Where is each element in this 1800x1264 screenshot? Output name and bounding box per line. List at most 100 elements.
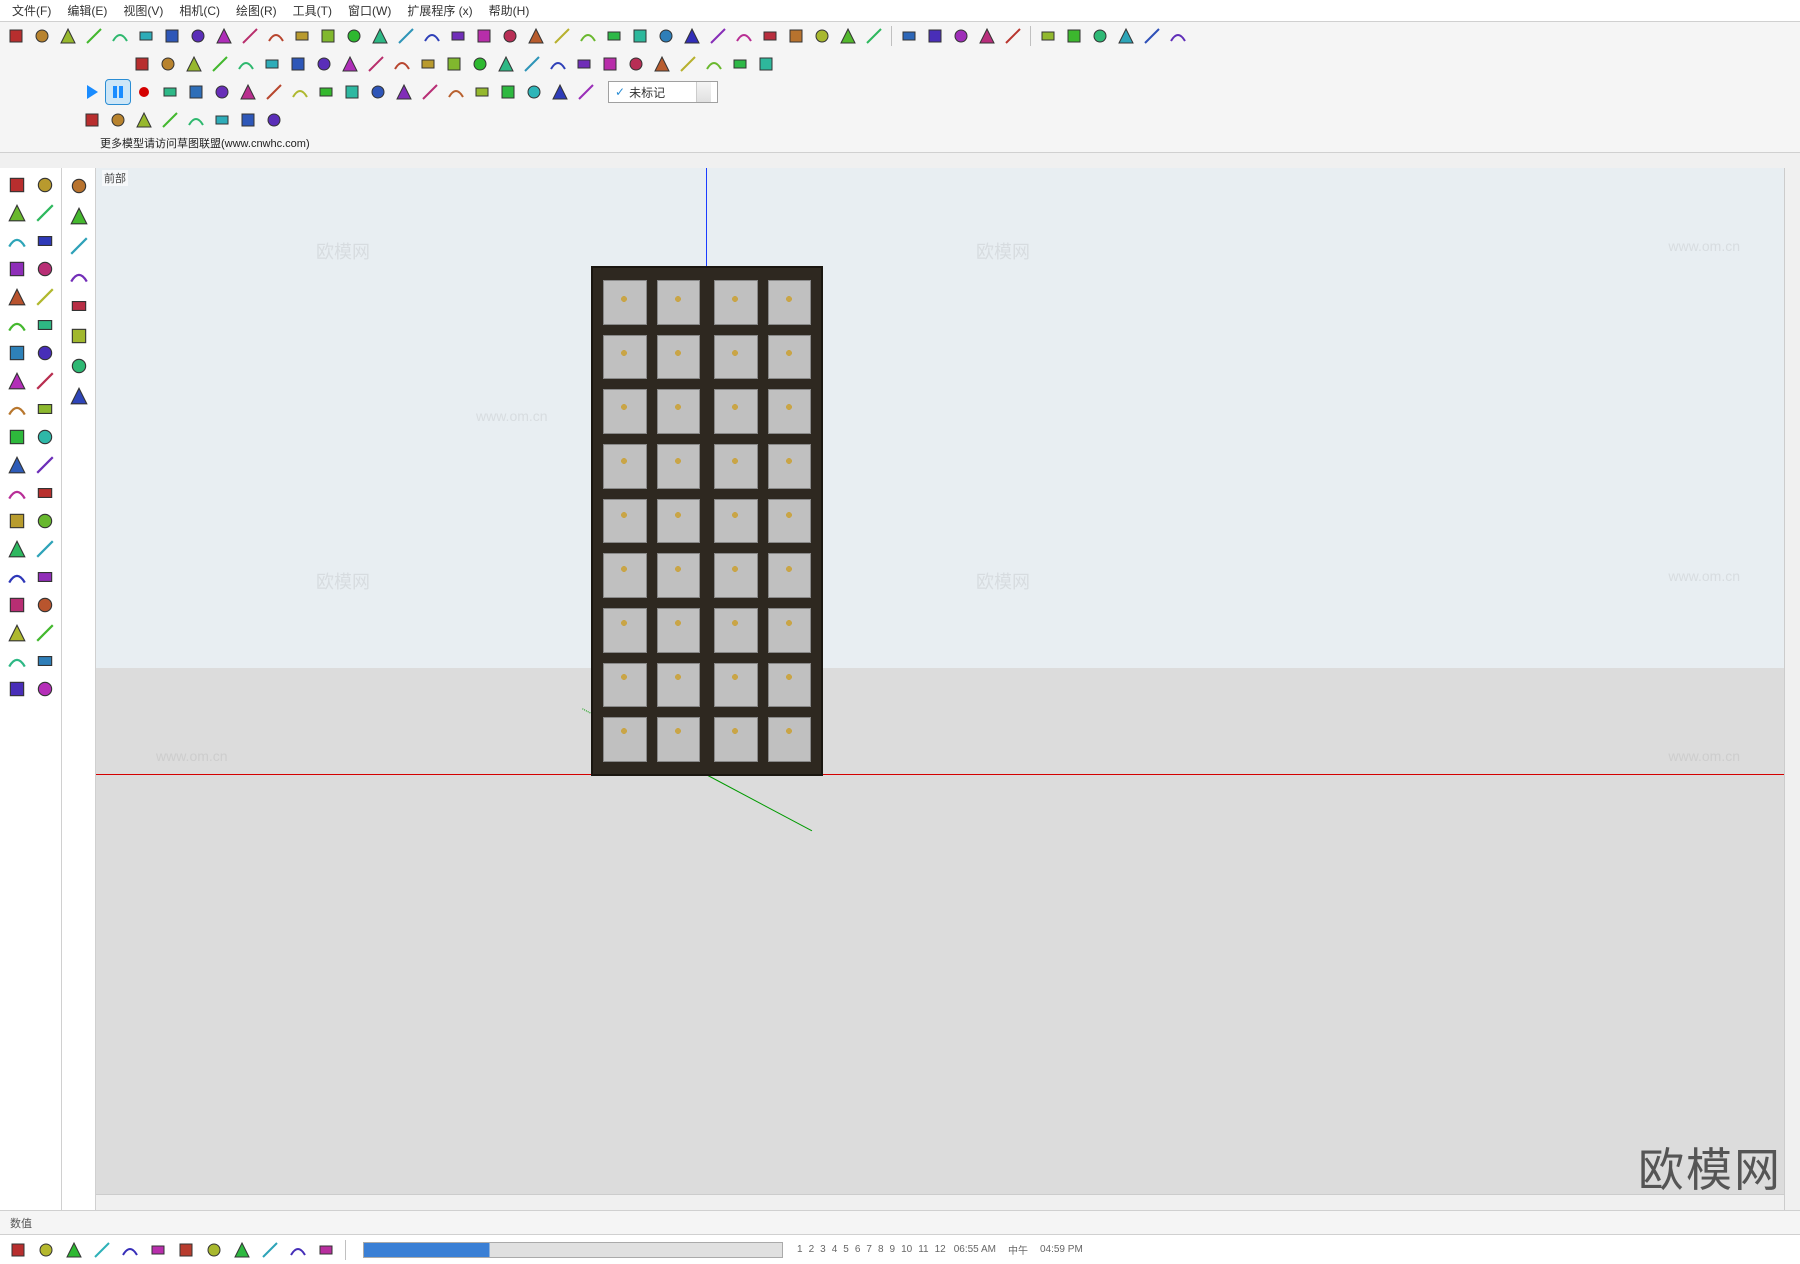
arrow-button[interactable]	[182, 52, 206, 76]
pan-button[interactable]	[628, 24, 652, 48]
settings-button[interactable]	[548, 80, 572, 104]
mirror-button[interactable]	[732, 24, 756, 48]
extrude-button[interactable]	[416, 52, 440, 76]
style-button[interactable]	[230, 1238, 254, 1262]
folder-button[interactable]	[897, 24, 921, 48]
play-button[interactable]	[80, 80, 104, 104]
cube-blue-tool[interactable]	[65, 352, 93, 380]
zoom-extents-button[interactable]	[680, 24, 704, 48]
shape-tool[interactable]	[32, 256, 58, 282]
target-button[interactable]	[262, 108, 286, 132]
position-tool[interactable]	[32, 620, 58, 646]
monitor-button[interactable]	[236, 80, 260, 104]
torus-button[interactable]	[312, 52, 336, 76]
pencil-button[interactable]	[130, 52, 154, 76]
ungroup-button[interactable]	[598, 52, 622, 76]
materials-button[interactable]	[728, 52, 752, 76]
shadow-timeline[interactable]	[363, 1242, 783, 1258]
tag-dropdown[interactable]: ✓未标记	[608, 81, 718, 103]
solid-tool[interactable]	[32, 676, 58, 702]
soften-button[interactable]	[314, 1238, 338, 1262]
paint-button[interactable]	[368, 24, 392, 48]
down-arrow-tool[interactable]	[65, 172, 93, 200]
line-button[interactable]	[498, 24, 522, 48]
menu-help[interactable]: 帮助(H)	[483, 0, 536, 21]
layers-button[interactable]	[784, 24, 808, 48]
text-button[interactable]	[550, 24, 574, 48]
cloud-button[interactable]	[949, 24, 973, 48]
zoom-window-tool[interactable]	[32, 592, 58, 618]
freehand-button[interactable]	[524, 24, 548, 48]
tape-button[interactable]	[446, 24, 470, 48]
lightbulb-button[interactable]	[288, 80, 312, 104]
smooth-button[interactable]	[702, 52, 726, 76]
sandbox-tool[interactable]	[4, 676, 30, 702]
home-button[interactable]	[1088, 24, 1112, 48]
refresh2-button[interactable]	[522, 80, 546, 104]
rectangle-button[interactable]	[342, 24, 366, 48]
sandbox-1-button[interactable]	[108, 24, 132, 48]
folder4-button[interactable]	[1166, 24, 1190, 48]
offset-button[interactable]	[212, 24, 236, 48]
box-blue-tool[interactable]	[65, 322, 93, 350]
text3d-button[interactable]	[338, 52, 362, 76]
circle-button[interactable]	[472, 24, 496, 48]
gear-orange-tool[interactable]	[65, 262, 93, 290]
cloud3-button[interactable]	[132, 108, 156, 132]
layers-button[interactable]	[118, 1238, 142, 1262]
box3d-button[interactable]	[975, 24, 999, 48]
cloud2-button[interactable]	[106, 108, 130, 132]
material-button[interactable]	[146, 1238, 170, 1262]
orbit-button[interactable]	[602, 24, 626, 48]
move-tool[interactable]	[4, 368, 30, 394]
ruler-button[interactable]	[156, 52, 180, 76]
move-button[interactable]	[420, 24, 444, 48]
folder3-button[interactable]	[1140, 24, 1164, 48]
sandbox-4-button[interactable]	[186, 24, 210, 48]
x-ray-button[interactable]	[836, 24, 860, 48]
pause-button[interactable]	[106, 80, 130, 104]
orbit-tool[interactable]	[4, 564, 30, 590]
offset-tool[interactable]	[32, 396, 58, 422]
text-tool[interactable]	[32, 508, 58, 534]
menu-file[interactable]: 文件(F)	[6, 0, 57, 21]
hidden-button[interactable]	[286, 1238, 310, 1262]
dimension-tool[interactable]	[4, 508, 30, 534]
copy-button[interactable]	[494, 52, 518, 76]
shadows-button[interactable]	[862, 24, 886, 48]
select-arrow-tool[interactable]	[4, 172, 30, 198]
rotate-button[interactable]	[394, 24, 418, 48]
protractor-tool[interactable]	[32, 480, 58, 506]
scrollbar-horizontal[interactable]	[96, 1194, 1784, 1210]
component-red-tool[interactable]	[65, 232, 93, 260]
stairs-button[interactable]	[82, 24, 106, 48]
cut-button[interactable]	[546, 52, 570, 76]
pencil-tool[interactable]	[4, 228, 30, 254]
profile-button[interactable]	[390, 52, 414, 76]
record-button[interactable]	[132, 80, 156, 104]
angle-button[interactable]	[364, 52, 388, 76]
sphere-button[interactable]	[234, 52, 258, 76]
circle-tool[interactable]	[4, 284, 30, 310]
menu-camera[interactable]: 相机(C)	[173, 0, 226, 21]
followme-tool[interactable]	[32, 424, 58, 450]
zoom-tool[interactable]	[4, 592, 30, 618]
menu-extensions[interactable]: 扩展程序 (x)	[401, 0, 478, 21]
hand-tool[interactable]	[32, 172, 58, 198]
fog-button[interactable]	[258, 1238, 282, 1262]
arc2-tool[interactable]	[32, 312, 58, 338]
zoom-button[interactable]	[654, 24, 678, 48]
rotate2-button[interactable]	[236, 108, 260, 132]
select-rect-button[interactable]	[184, 108, 208, 132]
menu-window[interactable]: 窗口(W)	[342, 0, 397, 21]
paint-tool[interactable]	[4, 452, 30, 478]
brush-button[interactable]	[754, 52, 778, 76]
component-button[interactable]	[624, 52, 648, 76]
move2-button[interactable]	[210, 108, 234, 132]
rect2-button[interactable]	[366, 80, 390, 104]
viewport-3d[interactable]: 前部 欧模网 欧模网 www.om.cn 欧模网 www.om.cn 欧模网 w…	[96, 168, 1800, 1210]
camera-button[interactable]	[62, 1238, 86, 1262]
gear-button[interactable]	[184, 80, 208, 104]
menu-tools[interactable]: 工具(T)	[287, 0, 338, 21]
box-button[interactable]	[208, 52, 232, 76]
